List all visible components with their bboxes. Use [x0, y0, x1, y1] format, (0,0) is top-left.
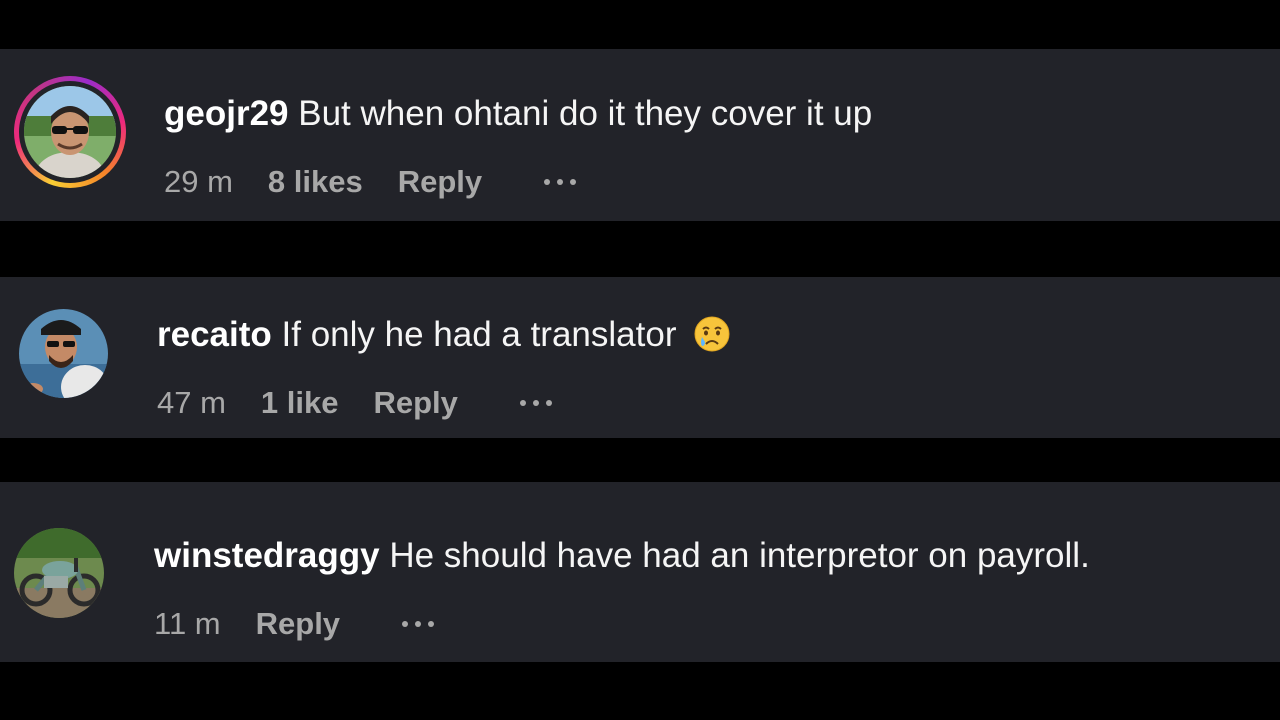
comment-meta: 11 m Reply — [154, 606, 435, 642]
reply-button[interactable]: Reply — [373, 385, 457, 421]
username-link[interactable]: geojr29 — [164, 94, 289, 133]
comment-text-line: geojr29 But when ohtani do it they cover… — [164, 94, 872, 134]
user-avatar-icon[interactable] — [19, 309, 108, 398]
comment-text: He should have had an interpretor on pay… — [389, 536, 1090, 575]
comment-item: recaito If only he had a translator 47 m… — [0, 277, 1280, 438]
comment-text-line: recaito If only he had a translator — [157, 315, 730, 361]
username-link[interactable]: recaito — [157, 315, 272, 354]
more-options-icon[interactable] — [544, 179, 577, 185]
comment-timestamp: 29 m — [164, 164, 233, 199]
comment-timestamp: 11 m — [154, 606, 221, 641]
comment-text-line: winstedraggy He should have had an inter… — [154, 536, 1090, 576]
reply-button[interactable]: Reply — [256, 606, 340, 642]
user-avatar-icon[interactable] — [14, 528, 104, 618]
comment-timestamp: 47 m — [157, 385, 226, 420]
comment-item: geojr29 But when ohtani do it they cover… — [0, 49, 1280, 221]
comments-screen: geojr29 But when ohtani do it they cover… — [0, 0, 1280, 720]
likes-count[interactable]: 8 likes — [268, 164, 363, 200]
comment-item: winstedraggy He should have had an inter… — [0, 482, 1280, 662]
comment-text: But when ohtani do it they cover it up — [298, 94, 873, 133]
comment-meta: 47 m 1 like Reply — [157, 385, 552, 421]
likes-count[interactable]: 1 like — [261, 385, 339, 421]
username-link[interactable]: winstedraggy — [154, 536, 380, 575]
more-options-icon[interactable] — [519, 400, 552, 406]
comment-text: If only he had a translator — [281, 315, 677, 354]
reply-button[interactable]: Reply — [398, 164, 482, 200]
user-avatar-icon[interactable] — [24, 86, 116, 178]
crying-face-emoji — [694, 316, 730, 361]
comment-meta: 29 m 8 likes Reply — [164, 164, 577, 200]
more-options-icon[interactable] — [402, 621, 435, 627]
